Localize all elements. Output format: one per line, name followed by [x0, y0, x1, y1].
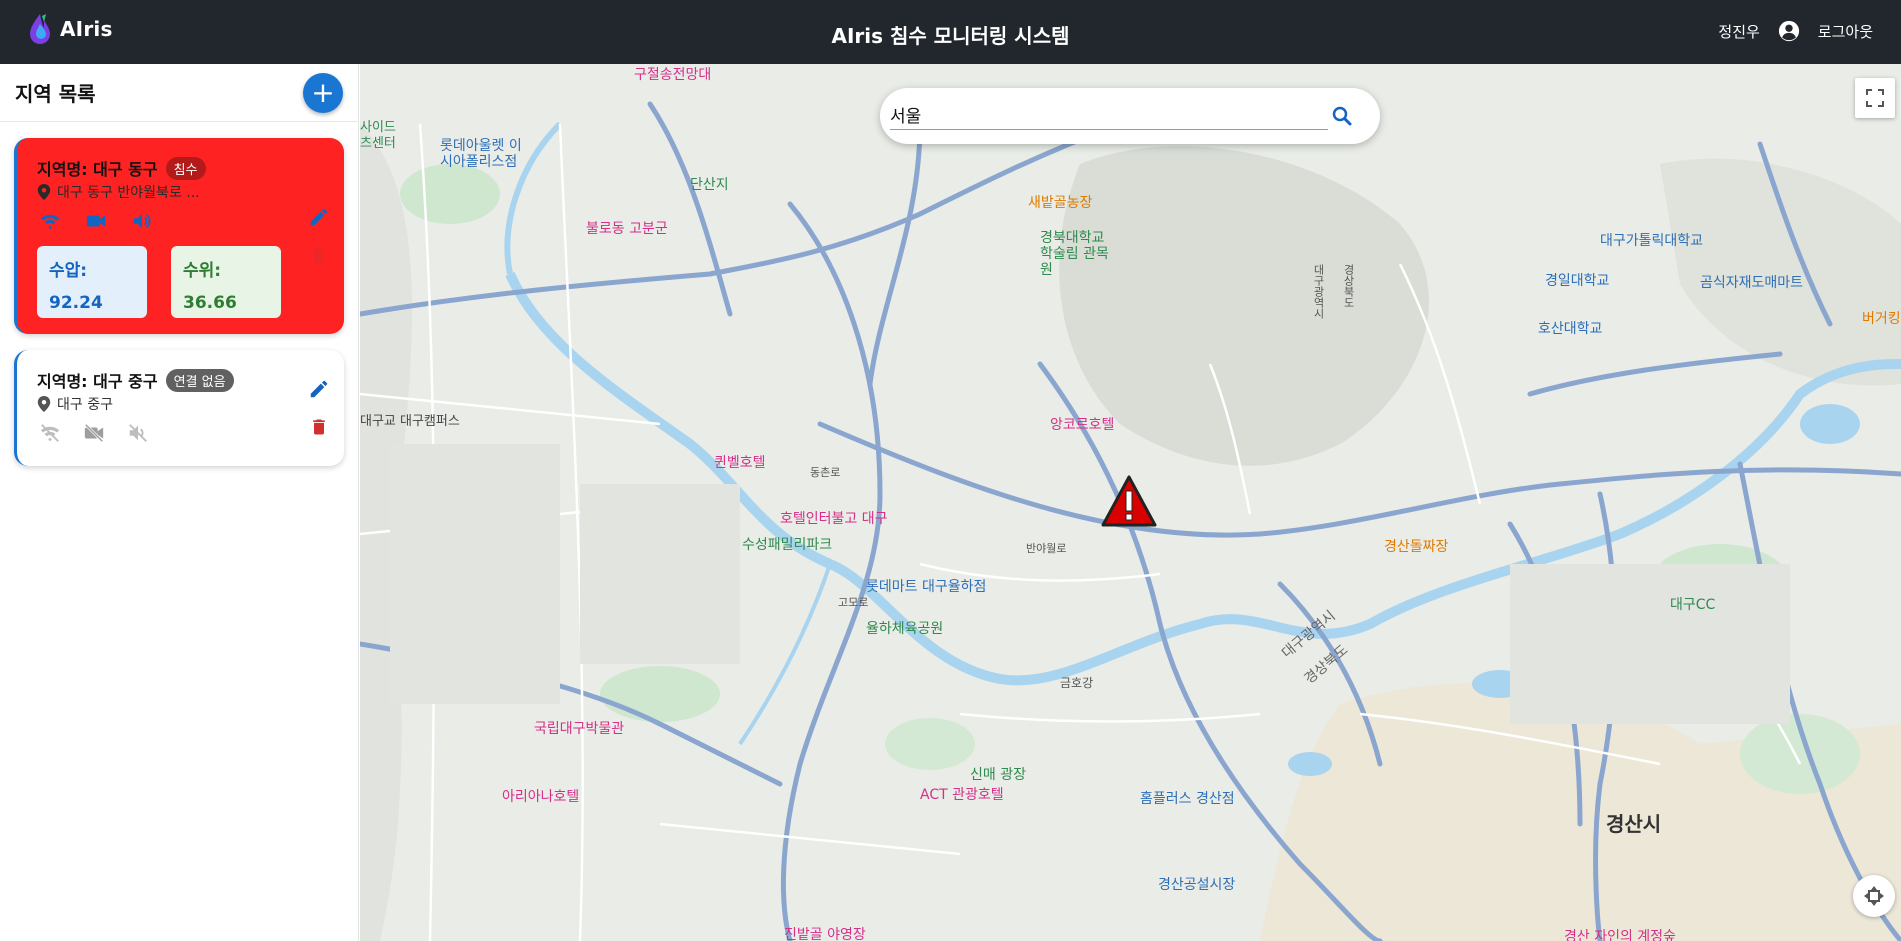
map-label: 사이드 츠센터: [360, 120, 396, 151]
recenter-icon: [1864, 886, 1884, 906]
sidebar-header: 지역 목록 +: [0, 64, 358, 122]
region-card[interactable]: 지역명: 대구 동구 침수 대구 동구 반야월북로 ... 수압: 92.24 …: [14, 138, 344, 334]
map-label: 대구광역시: [1312, 264, 1325, 319]
map-label: 경산 자인의 계정숲: [1564, 929, 1676, 941]
map-label: 금호강: [1060, 676, 1094, 690]
map-label: 경산돌짜장: [1384, 539, 1449, 555]
map-label: 롯데마트 대구율하점: [866, 579, 987, 595]
videocam-off-icon: [84, 423, 104, 443]
map-search-box: [880, 88, 1380, 144]
map-label: 대구CC: [1670, 597, 1716, 613]
map-label: 홈플러스 경산점: [1140, 791, 1235, 807]
address-text: 대구 동구 반야월북로 ...: [57, 185, 200, 201]
map-label: 아리아나호텔: [502, 789, 580, 805]
user-name: 정진우: [1718, 22, 1760, 41]
map-label: 단산지: [690, 177, 729, 193]
map-label: 롯데아울렛 이시아폴리스점: [440, 138, 522, 170]
wifi-icon: [40, 214, 60, 230]
pressure-box: 수압: 92.24: [37, 246, 147, 318]
map-label: 구절송전망대: [634, 67, 712, 83]
sidebar-title: 지역 목록: [15, 82, 96, 106]
fullscreen-icon: [1866, 89, 1884, 107]
map-label: 고모로: [838, 596, 869, 609]
map-label: ACT 관광호텔: [920, 787, 1004, 803]
card-actions: [308, 378, 330, 438]
search-icon[interactable]: [1330, 104, 1354, 128]
region-name: 지역명: 대구 동구: [37, 160, 158, 179]
delete-icon[interactable]: [309, 416, 329, 438]
map-label: 경산공설시장: [1158, 877, 1236, 893]
fullscreen-button[interactable]: [1855, 78, 1895, 118]
add-icon: +: [311, 76, 335, 109]
map-label: 경북대학교 학술림 관목원: [1040, 230, 1109, 278]
map-label: 곰식자재도매마트: [1700, 275, 1804, 291]
region-name: 지역명: 대구 중구: [37, 372, 158, 391]
recenter-button[interactable]: [1853, 875, 1895, 917]
map-label: 불로동 고분군: [586, 221, 668, 237]
water-level-label: 수위:: [183, 261, 222, 281]
sensor-icons: [39, 210, 153, 232]
region-title: 지역명: 대구 동구 침수: [37, 156, 206, 180]
wifi-off-icon: [40, 424, 60, 442]
pressure-label: 수압:: [49, 261, 88, 281]
map-label: 국립대구박물관: [534, 721, 625, 737]
videocam-icon: [86, 215, 106, 227]
map-label: 동촌로: [810, 466, 841, 479]
address-text: 대구 중구: [57, 397, 113, 413]
top-bar: AIris AIris 침수 모니터링 시스템 정진우 로그아웃: [0, 0, 1901, 64]
map-label: 호텔인터불고 대구: [780, 511, 888, 527]
account-circle-icon[interactable]: [1778, 20, 1800, 42]
edit-icon[interactable]: [308, 206, 330, 228]
status-badge: 침수: [165, 156, 206, 180]
card-actions: [308, 206, 330, 266]
region-title: 지역명: 대구 중구 연결 없음: [37, 368, 234, 392]
map-label: 버거킹: [1862, 311, 1901, 327]
region-card[interactable]: 지역명: 대구 중구 연결 없음 대구 중구: [14, 350, 344, 466]
map-label: 진밭골 야영장: [784, 927, 866, 941]
sensor-icons: [39, 422, 149, 444]
water-level-value: 36.66: [183, 293, 237, 313]
page-title: AIris 침수 모니터링 시스템: [831, 24, 1070, 48]
map-label: 대구교 대구캠퍼스: [360, 414, 460, 429]
edit-icon[interactable]: [308, 378, 330, 400]
map-label: 수성패밀리파크: [742, 537, 833, 553]
map-label: 경일대학교: [1545, 273, 1610, 289]
location-pin-icon: [37, 396, 51, 412]
flood-warning-marker-icon[interactable]: [1100, 474, 1158, 530]
user-area: 정진우 로그아웃: [1718, 20, 1873, 42]
volume-off-icon: [129, 424, 147, 442]
logout-button[interactable]: 로그아웃: [1818, 21, 1873, 42]
location-pin-icon: [37, 184, 51, 200]
region-address: 대구 동구 반야월북로 ...: [37, 182, 200, 202]
delete-icon[interactable]: [309, 244, 329, 266]
map-label: 앙코르호텔: [1050, 417, 1115, 433]
region-address: 대구 중구: [37, 394, 113, 414]
map-label: 반야월로: [1026, 542, 1067, 555]
map-label: 호산대학교: [1538, 321, 1603, 337]
map-label: 경산시: [1606, 812, 1662, 836]
water-level-box: 수위: 36.66: [171, 246, 281, 318]
add-region-button[interactable]: +: [303, 72, 343, 113]
map-label: 새밭골농장: [1028, 195, 1093, 211]
map-view[interactable]: 구절송전망대 롯데아울렛 이시아폴리스점 단산지 불로동 고분군 새밭골농장 경…: [360, 64, 1901, 941]
map-label: 경상북도: [1342, 264, 1355, 308]
pressure-value: 92.24: [49, 293, 103, 313]
map-label: 신매 광장: [970, 767, 1026, 783]
map-label: 퀸벨호텔: [714, 455, 766, 471]
status-badge: 연결 없음: [165, 368, 234, 392]
map-label: 율하체육공원: [866, 621, 944, 637]
map-label: 대구가톨릭대학교: [1600, 233, 1704, 249]
search-input[interactable]: [890, 100, 1328, 130]
volume-icon: [133, 213, 151, 229]
